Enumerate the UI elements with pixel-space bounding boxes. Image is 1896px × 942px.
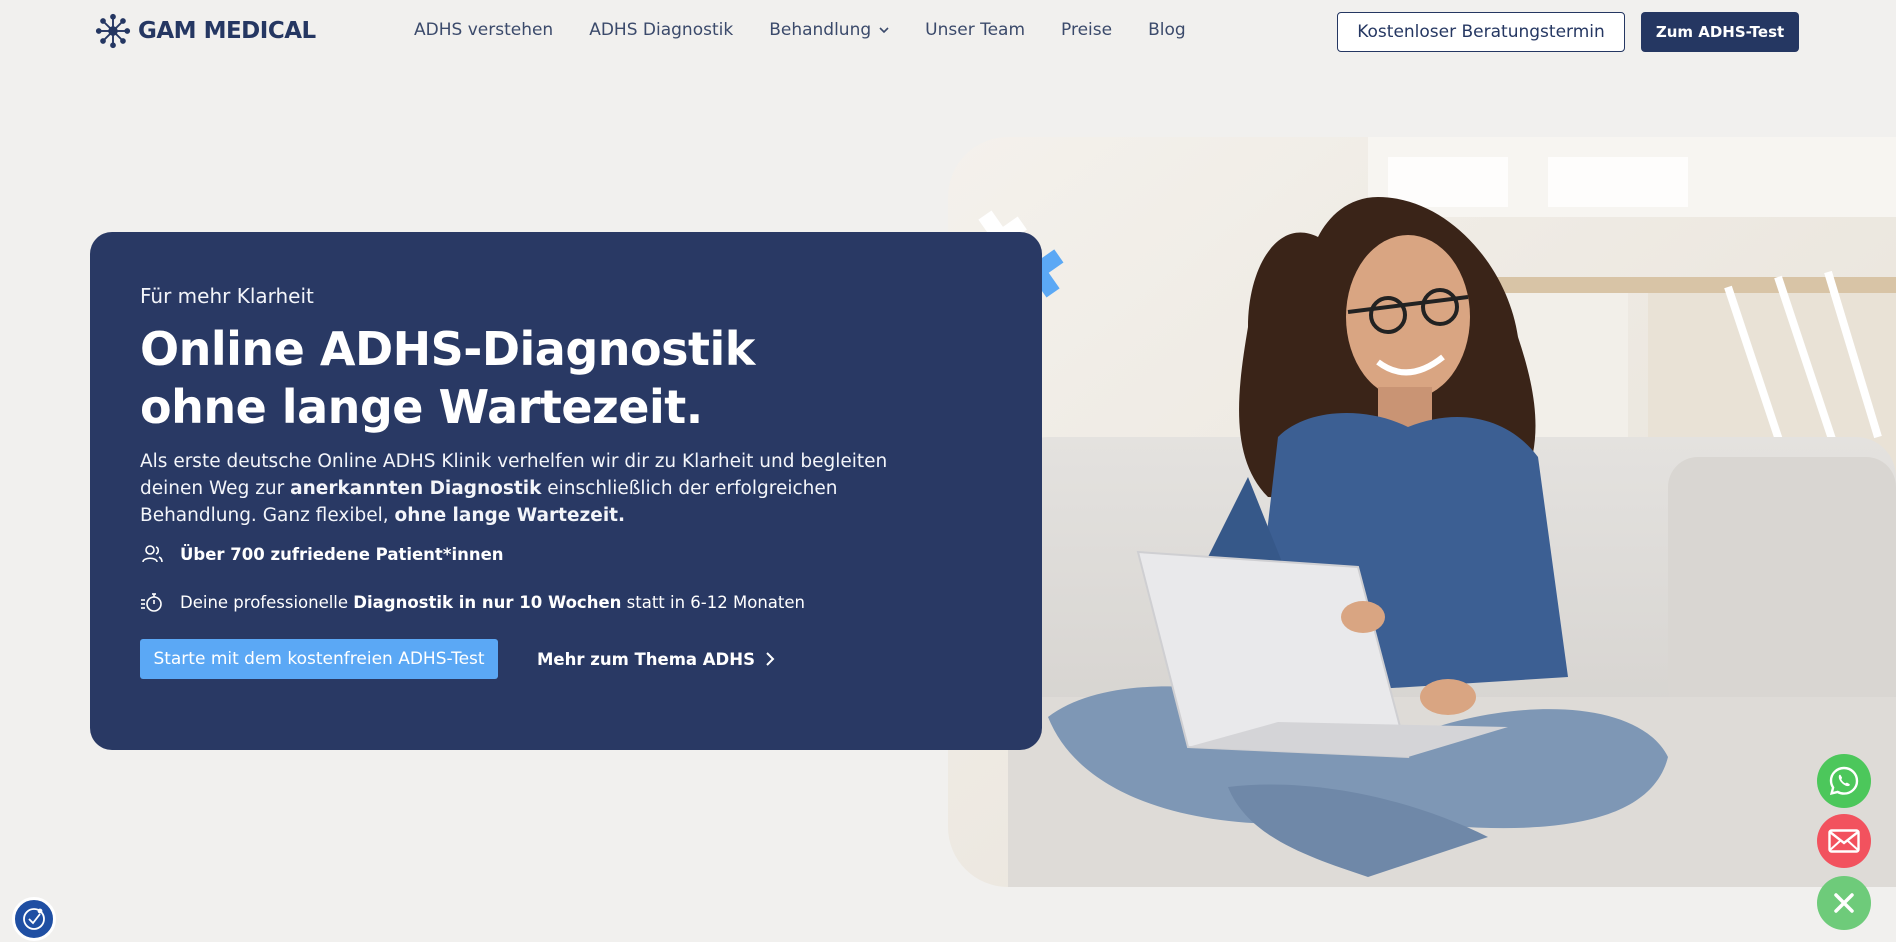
close-icon bbox=[1834, 893, 1854, 913]
users-icon bbox=[142, 545, 163, 563]
whatsapp-icon bbox=[1829, 766, 1859, 796]
site-header: GAM MEDICAL ADHS verstehen ADHS Diagnost… bbox=[0, 0, 1896, 62]
gam-logo-icon bbox=[95, 13, 131, 49]
start-test-button[interactable]: Starte mit dem kostenfreien ADHS-Test bbox=[140, 639, 498, 679]
accessibility-button[interactable] bbox=[12, 897, 56, 941]
email-button[interactable] bbox=[1817, 814, 1871, 868]
feature-diagnostik-pre: Deine professionelle bbox=[180, 592, 354, 612]
nav-item-adhs-diagnostik[interactable]: ADHS Diagnostik bbox=[589, 20, 733, 40]
hero-eyebrow: Für mehr Klarheit bbox=[140, 284, 314, 308]
lead-bold-2: ohne lange Wartezeit. bbox=[394, 505, 626, 526]
mail-icon bbox=[1828, 829, 1860, 853]
nav-item-preise[interactable]: Preise bbox=[1061, 20, 1112, 40]
hero-headline-line2: ohne lange Wartezeit. bbox=[140, 380, 703, 434]
feature-patients-text: Über 700 zufriedene Patient*innen bbox=[180, 544, 504, 564]
accessibility-icon bbox=[23, 908, 45, 930]
main-nav: ADHS verstehen ADHS Diagnostik Behandlun… bbox=[414, 20, 1186, 40]
nav-item-adhs-verstehen[interactable]: ADHS verstehen bbox=[414, 20, 553, 40]
consultation-button[interactable]: Kostenloser Beratungstermin bbox=[1337, 12, 1625, 52]
feature-patients: Über 700 zufriedene Patient*innen bbox=[140, 542, 504, 566]
stopwatch-icon bbox=[141, 593, 162, 612]
nav-item-blog[interactable]: Blog bbox=[1148, 20, 1186, 40]
adhs-test-button[interactable]: Zum ADHS-Test bbox=[1641, 12, 1799, 52]
feature-diagnostik-bold: Diagnostik in nur 10 Wochen bbox=[353, 592, 622, 612]
woman-with-laptop-image bbox=[948, 137, 1896, 887]
hero-headline-line1: Online ADHS-Diagnostik bbox=[140, 322, 755, 376]
chevron-right-icon bbox=[766, 652, 775, 666]
nav-item-unser-team[interactable]: Unser Team bbox=[925, 20, 1025, 40]
hero-lead: Als erste deutsche Online ADHS Klinik ve… bbox=[140, 448, 950, 529]
brand-logo[interactable]: GAM MEDICAL bbox=[94, 12, 316, 50]
hero-card: Für mehr Klarheit Online ADHS-Diagnostik… bbox=[90, 232, 1042, 750]
feature-diagnostik-text: Deine professionelle Diagnostik in nur 1… bbox=[180, 593, 805, 612]
nav-item-behandlung-label: Behandlung bbox=[769, 20, 872, 40]
brand-name: GAM MEDICAL bbox=[138, 18, 316, 44]
nav-item-behandlung[interactable]: Behandlung bbox=[769, 20, 889, 40]
feature-diagnostik: Deine professionelle Diagnostik in nur 1… bbox=[140, 590, 805, 614]
whatsapp-button[interactable] bbox=[1817, 754, 1871, 808]
hero-photo bbox=[948, 137, 1896, 887]
close-contact-button[interactable] bbox=[1817, 876, 1871, 930]
chevron-down-icon bbox=[879, 27, 889, 34]
feature-diagnostik-post: statt in 6-12 Monaten bbox=[621, 592, 805, 612]
lead-bold-1: anerkannten Diagnostik bbox=[290, 478, 542, 499]
hero-headline: Online ADHS-Diagnostik ohne lange Wartez… bbox=[140, 320, 960, 436]
more-adhs-label: Mehr zum Thema ADHS bbox=[537, 649, 755, 669]
more-adhs-link[interactable]: Mehr zum Thema ADHS bbox=[537, 639, 775, 679]
